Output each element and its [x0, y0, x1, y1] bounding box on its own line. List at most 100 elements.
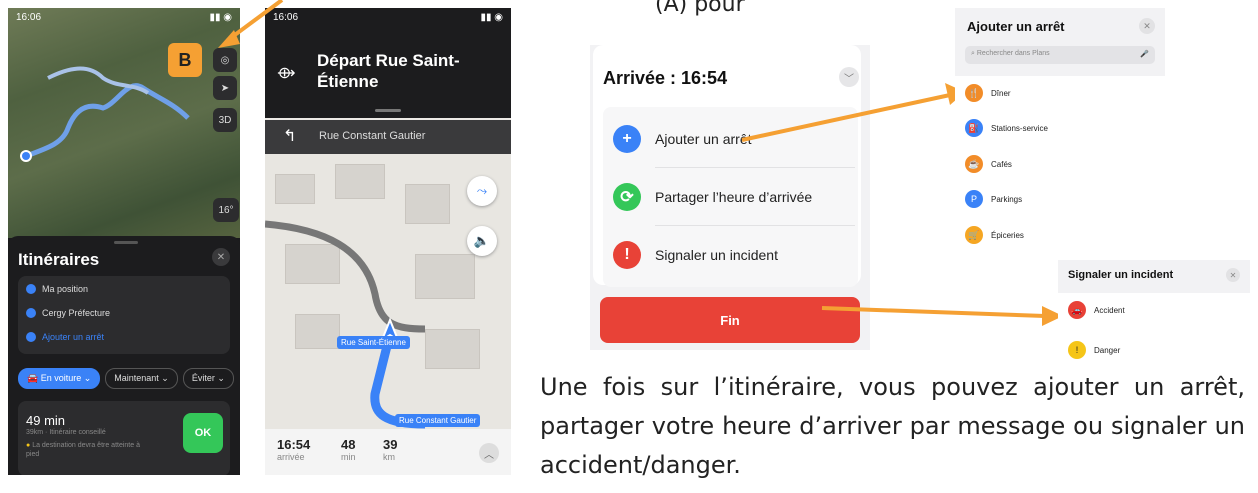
screen-itineraires: 16:06 ▮▮ ◉ B ◎ ➤ 3D 16° Itinéraires ✕ Ma…: [8, 8, 240, 475]
route-options-icon[interactable]: ⤳: [467, 176, 497, 206]
add-stop-item[interactable]: Ajouter un arrêt: [26, 332, 104, 342]
minutes-stat: 48 min: [341, 437, 356, 462]
street-label: Rue Saint-Étienne: [337, 336, 410, 349]
next-instruction: ↰ Rue Constant Gautier: [265, 120, 511, 154]
close-icon[interactable]: ✕: [1139, 18, 1155, 34]
close-icon[interactable]: ✕: [1226, 268, 1240, 282]
mic-icon: 🎤: [1140, 51, 1149, 58]
arrival-value: 16:54: [277, 437, 311, 452]
pin-icon: [26, 308, 36, 318]
arrival-unit: arrivée: [277, 452, 305, 462]
category-label: Stations-service: [991, 123, 1048, 133]
turn-left-icon: ↰: [283, 128, 297, 145]
route-subtitle: 39km · Itinéraire conseillé: [26, 429, 106, 436]
option-label: Partager l’heure d’arrivée: [655, 189, 813, 205]
chevron-up-icon[interactable]: ︿: [479, 443, 499, 463]
nav-header: 16:06 ▮▮ ◉ ⟴ Départ Rue Saint-Étienne: [265, 8, 511, 118]
itineraires-sheet: Itinéraires ✕ Ma position Cergy Préfectu…: [8, 236, 240, 475]
report-incident-option[interactable]: ! Signaler un incident: [613, 241, 778, 269]
category-label: Parkings: [991, 194, 1023, 204]
option-label: Ajouter un arrêt: [655, 131, 752, 147]
depart-arrow-icon: ⟴: [277, 65, 296, 82]
screen-navigation: 16:06 ▮▮ ◉ ⟴ Départ Rue Saint-Étienne ↰ …: [265, 8, 511, 475]
plus-icon: [26, 332, 36, 342]
location-button[interactable]: ➤: [213, 76, 237, 100]
stops-list: Ma position Cergy Préfecture Ajouter un …: [18, 276, 230, 354]
ok-button[interactable]: OK: [183, 413, 223, 453]
incident-label: Accident: [1094, 305, 1125, 315]
add-stop-label: Ajouter un arrêt: [42, 332, 105, 342]
report-incident-panel: Signaler un incident ✕ 🚗 Accident ! Danger: [1058, 260, 1250, 373]
chip-car[interactable]: 🚘 En voiture ⌄: [18, 368, 101, 389]
fork-icon: 🍴: [965, 84, 983, 102]
minutes-value: 48: [341, 437, 356, 452]
crash-icon: 🚗: [1068, 301, 1086, 319]
category-label: Épiceries: [991, 230, 1024, 240]
add-stop-panel: Ajouter un arrêt ✕ ⌕ Rechercher dans Pla…: [955, 8, 1165, 253]
coffee-icon: ☕: [965, 155, 983, 173]
caption-text: Une fois sur l’itinéraire, vous pouvez a…: [540, 373, 1245, 479]
category-item[interactable]: ☕ Cafés: [965, 155, 1012, 173]
status-bar: 16:06 ▮▮ ◉: [273, 12, 503, 23]
hazard-icon: !: [1068, 341, 1086, 359]
category-item[interactable]: ⛽ Stations-service: [965, 119, 1048, 137]
distance-unit: km: [383, 452, 395, 462]
category-item[interactable]: 🍴 Dîner: [965, 84, 1011, 102]
audio-icon[interactable]: 🔈: [467, 226, 497, 256]
alert-icon: !: [613, 241, 641, 269]
status-time: 16:06: [16, 12, 42, 23]
top-text-fragment: (A) pour: [655, 0, 745, 17]
stop-item[interactable]: Ma position: [26, 284, 88, 294]
temperature: 16°: [213, 198, 239, 222]
chip-time[interactable]: Maintenant ⌄: [105, 368, 178, 389]
warning-text: La destination devra être atteinte à pie…: [26, 442, 140, 458]
trip-footer[interactable]: 16:54 arrivée 48 min 39 km ︿: [265, 429, 511, 475]
search-input[interactable]: ⌕ Rechercher dans Plans 🎤: [965, 46, 1155, 64]
panel-title: Signaler un incident: [1068, 269, 1174, 281]
sheet-title: Itinéraires: [18, 250, 100, 269]
share-eta-option[interactable]: ⟳ Partager l’heure d’arrivée: [613, 183, 812, 211]
add-stop-option[interactable]: + Ajouter un arrêt: [613, 125, 752, 153]
location-icon: [26, 284, 36, 294]
departure-title: Départ Rue Saint-Étienne: [317, 51, 460, 91]
status-icons: ▮▮ ◉: [480, 12, 503, 23]
sheet-grabber[interactable]: [114, 241, 138, 244]
category-label: Cafés: [991, 159, 1012, 169]
incident-label: Danger: [1094, 345, 1121, 355]
divider: [655, 225, 855, 226]
option-label: Signaler un incident: [655, 247, 778, 263]
nav-map[interactable]: ⤳ 🔈 Rue Saint-Étienne Rue Constant Gauti…: [265, 154, 511, 429]
category-label: Dîner: [991, 88, 1011, 98]
close-icon[interactable]: ✕: [212, 248, 230, 266]
fuel-icon: ⛽: [965, 119, 983, 137]
transport-chips: 🚘 En voiture ⌄ Maintenant ⌄ Éviter ⌄: [18, 368, 234, 389]
stop-label: Cergy Préfecture: [42, 308, 111, 318]
incident-item[interactable]: 🚗 Accident: [1068, 301, 1125, 319]
search-placeholder: Rechercher dans Plans: [976, 50, 1050, 57]
stop-item[interactable]: Cergy Préfecture: [26, 308, 110, 318]
street-label: Rue Constant Gautier: [395, 414, 481, 427]
stop-label: Ma position: [42, 284, 89, 294]
3d-button[interactable]: 3D: [213, 108, 237, 132]
chip-avoid[interactable]: Éviter ⌄: [182, 368, 234, 389]
distance-value: 39: [383, 437, 398, 452]
categories-list: 🍴 Dîner ⛽ Stations-service ☕ Cafés P Parking…: [955, 76, 1165, 253]
incident-list: 🚗 Accident ! Danger: [1058, 293, 1250, 373]
label-b-badge: B: [168, 43, 202, 77]
minutes-unit: min: [341, 452, 356, 462]
category-item[interactable]: 🛒 Épiceries: [965, 226, 1024, 244]
header-grabber[interactable]: [375, 109, 401, 112]
route-card[interactable]: 49 min 39km · Itinéraire conseillé ● La …: [18, 401, 230, 475]
cart-icon: 🛒: [965, 226, 983, 244]
share-icon: ⟳: [613, 183, 641, 211]
incident-item[interactable]: ! Danger: [1068, 341, 1120, 359]
panel-title: Ajouter un arrêt: [967, 19, 1065, 34]
pointer-arrow: [218, 0, 284, 48]
plus-icon: +: [613, 125, 641, 153]
route-warning: ● La destination devra être atteinte à p…: [26, 441, 146, 459]
category-item[interactable]: P Parkings: [965, 190, 1022, 208]
arrival-title: Arrivée : 16:54: [603, 68, 728, 88]
parking-icon: P: [965, 190, 983, 208]
route-duration: 49 min: [26, 413, 66, 428]
pointer-arrow: [741, 83, 965, 142]
